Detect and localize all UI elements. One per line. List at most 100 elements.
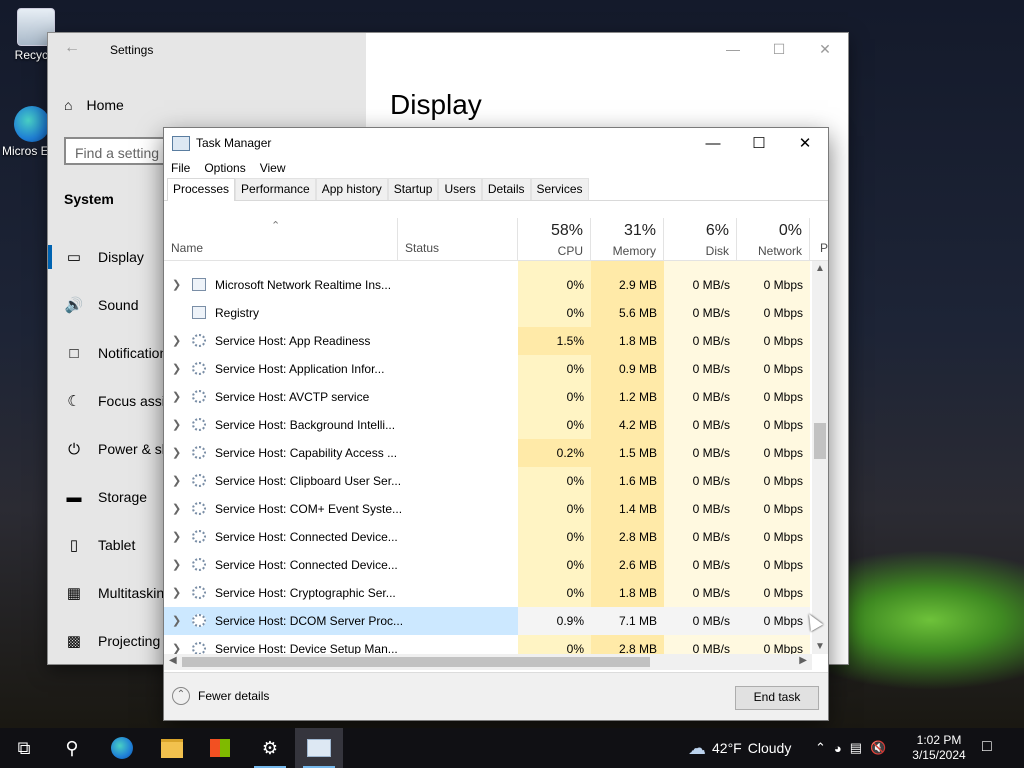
chevron-right-icon[interactable]: ❯	[172, 635, 181, 654]
taskbar-edge[interactable]	[98, 728, 146, 768]
chevron-right-icon[interactable]: ❯	[172, 355, 181, 383]
close-icon[interactable]: ✕	[782, 128, 828, 158]
process-row[interactable]: ❯ Service Host: COM+ Event Syste... 0% 1.4 …	[164, 495, 812, 523]
vertical-scrollbar[interactable]: ▲ ▼	[812, 261, 828, 654]
network-icon[interactable]: ▤	[850, 740, 862, 756]
column-header-power[interactable]: P	[810, 218, 828, 260]
column-header-name[interactable]: ⌃ Name	[164, 218, 398, 260]
process-row[interactable]: ❯ Service Host: AVCTP service 0% 1.2 MB 0 MB…	[164, 383, 812, 411]
chevron-right-icon[interactable]: ❯	[172, 551, 181, 579]
process-name-cell: ❯ Service Host: App Readiness	[164, 327, 518, 355]
back-arrow-icon[interactable]: ←	[64, 39, 80, 57]
tab-processes[interactable]: Processes	[167, 178, 236, 201]
horizontal-scrollbar[interactable]: ◀ ▶	[164, 654, 812, 670]
taskbar-settings[interactable]: ⚙	[246, 728, 294, 768]
scroll-right-arrow-icon[interactable]: ▶	[799, 655, 807, 666]
tab-startup[interactable]: Startup	[387, 178, 439, 200]
memory-cell: 1.4 MB	[591, 495, 664, 523]
task-manager-titlebar[interactable]: Task Manager — ☐ ✕	[164, 128, 828, 158]
fewer-details-button[interactable]: ⌃ Fewer details	[172, 687, 269, 705]
scroll-down-arrow-icon[interactable]: ▼	[812, 641, 828, 652]
chevron-right-icon[interactable]: ❯	[172, 607, 181, 635]
process-row[interactable]: ❯ Service Host: Capability Access ... 0.2%…	[164, 439, 812, 467]
disk-cell: 0 MB/s	[664, 523, 737, 551]
menu-options[interactable]: Options	[204, 161, 245, 175]
cpu-cell: 0%	[518, 355, 591, 383]
settings-search-input[interactable]: Find a setting	[64, 137, 174, 165]
process-row[interactable]: ❯ Service Host: Cryptographic Ser... 0% 1.8…	[164, 579, 812, 607]
column-header-memory[interactable]: 31% Memory	[591, 218, 664, 260]
process-row[interactable]: ❯ Service Host: Device Setup Man... 0% 2.8 …	[164, 635, 812, 654]
weather-widget[interactable]: ☁ 42°F Cloudy	[688, 728, 791, 768]
tab-services[interactable]: Services	[530, 178, 589, 200]
memory-cell: 1.8 MB	[591, 327, 664, 355]
tab-details[interactable]: Details	[481, 178, 531, 200]
column-label: Status	[405, 241, 440, 255]
disk-cell: 0 MB/s	[664, 439, 737, 467]
minimize-icon[interactable]: —	[690, 128, 736, 158]
process-row[interactable]: ❯ Service Host: Connected Device... 0% 2.8 …	[164, 523, 812, 551]
cpu-cell: 0%	[518, 271, 591, 299]
tab-app-history[interactable]: App history	[315, 178, 388, 200]
window-controls: — ☐ ✕	[690, 128, 828, 158]
column-header-network[interactable]: 0% Network	[737, 218, 810, 260]
process-name-cell: Registry	[164, 299, 518, 327]
process-name: Microsoft Network Realtime Ins...	[215, 278, 392, 292]
taskbar-clock[interactable]: 1:02 PM 3/15/2024	[906, 733, 972, 763]
start-button[interactable]: ⧉	[0, 728, 48, 768]
process-row[interactable]: ❯ Service Host: App Readiness 1.5% 1.8 MB 0 …	[164, 327, 812, 355]
end-task-button[interactable]: End task	[735, 686, 819, 710]
nav-label: Display	[98, 249, 144, 265]
column-header-status[interactable]: Status	[398, 218, 518, 260]
column-label: Name	[171, 241, 204, 255]
chevron-right-icon[interactable]: ❯	[172, 271, 181, 299]
action-center-button[interactable]: □	[982, 738, 992, 756]
chevron-right-icon[interactable]: ❯	[172, 467, 181, 495]
process-row[interactable]	[164, 261, 812, 271]
taskbar-file-explorer[interactable]	[148, 728, 196, 768]
chevron-right-icon[interactable]: ❯	[172, 383, 181, 411]
process-row[interactable]: ❯ Service Host: Connected Device... 0% 2.6 …	[164, 551, 812, 579]
tab-performance[interactable]: Performance	[235, 178, 316, 200]
process-row[interactable]: ❯ Service Host: Application Infor... 0% 0.9…	[164, 355, 812, 383]
meet-now-icon[interactable]: ◕	[834, 741, 842, 756]
maximize-icon[interactable]: ☐	[736, 128, 782, 158]
network-cell: 0 Mbps	[737, 439, 810, 467]
process-row[interactable]: ❯ Service Host: Clipboard User Ser... 0% 1.…	[164, 467, 812, 495]
chevron-right-icon[interactable]: ❯	[172, 495, 181, 523]
chevron-up-icon[interactable]: ⌃	[815, 740, 826, 756]
process-row[interactable]: Registry 0% 5.6 MB 0 MB/s 0 Mbps	[164, 299, 812, 327]
column-header-disk[interactable]: 6% Disk	[664, 218, 737, 260]
scroll-left-arrow-icon[interactable]: ◀	[169, 655, 177, 666]
taskbar-task-manager[interactable]	[295, 728, 343, 768]
network-cell: 0 Mbps	[737, 467, 810, 495]
close-icon[interactable]: ✕	[802, 33, 848, 65]
process-row[interactable]: ❯ Service Host: Background Intelli... 0% 4.…	[164, 411, 812, 439]
horizontal-scroll-thumb[interactable]	[182, 657, 650, 667]
search-button[interactable]: ⚲	[48, 728, 96, 768]
taskbar-store[interactable]	[196, 728, 244, 768]
maximize-icon[interactable]: ☐	[756, 33, 802, 65]
chevron-right-icon[interactable]: ❯	[172, 327, 181, 355]
gear-icon	[192, 334, 206, 347]
cpu-cell: 0%	[518, 411, 591, 439]
chevron-right-icon[interactable]: ❯	[172, 439, 181, 467]
process-row[interactable]: ❯ Microsoft Network Realtime Ins... 0% 2.9 …	[164, 271, 812, 299]
chevron-right-icon[interactable]: ❯	[172, 411, 181, 439]
network-cell: 0 Mbps	[737, 299, 810, 327]
menu-file[interactable]: File	[171, 161, 190, 175]
scroll-up-arrow-icon[interactable]: ▲	[812, 263, 828, 274]
process-row[interactable]: ❯ Service Host: DCOM Server Proc... 0.9% 7.…	[164, 607, 812, 635]
menu-view[interactable]: View	[260, 161, 286, 175]
process-name: Registry	[215, 306, 260, 320]
chevron-right-icon[interactable]: ❯	[172, 523, 181, 551]
settings-home-link[interactable]: ⌂ Home	[64, 97, 124, 113]
network-cell: 0 Mbps	[737, 523, 810, 551]
volume-muted-icon[interactable]: 🔇	[870, 740, 886, 756]
minimize-icon[interactable]: —	[710, 33, 756, 65]
tab-users[interactable]: Users	[438, 178, 482, 200]
column-header-cpu[interactable]: 58% CPU	[518, 218, 591, 260]
vertical-scroll-thumb[interactable]	[814, 423, 826, 459]
chevron-right-icon[interactable]: ❯	[172, 579, 181, 607]
disk-cell: 0 MB/s	[664, 327, 737, 355]
